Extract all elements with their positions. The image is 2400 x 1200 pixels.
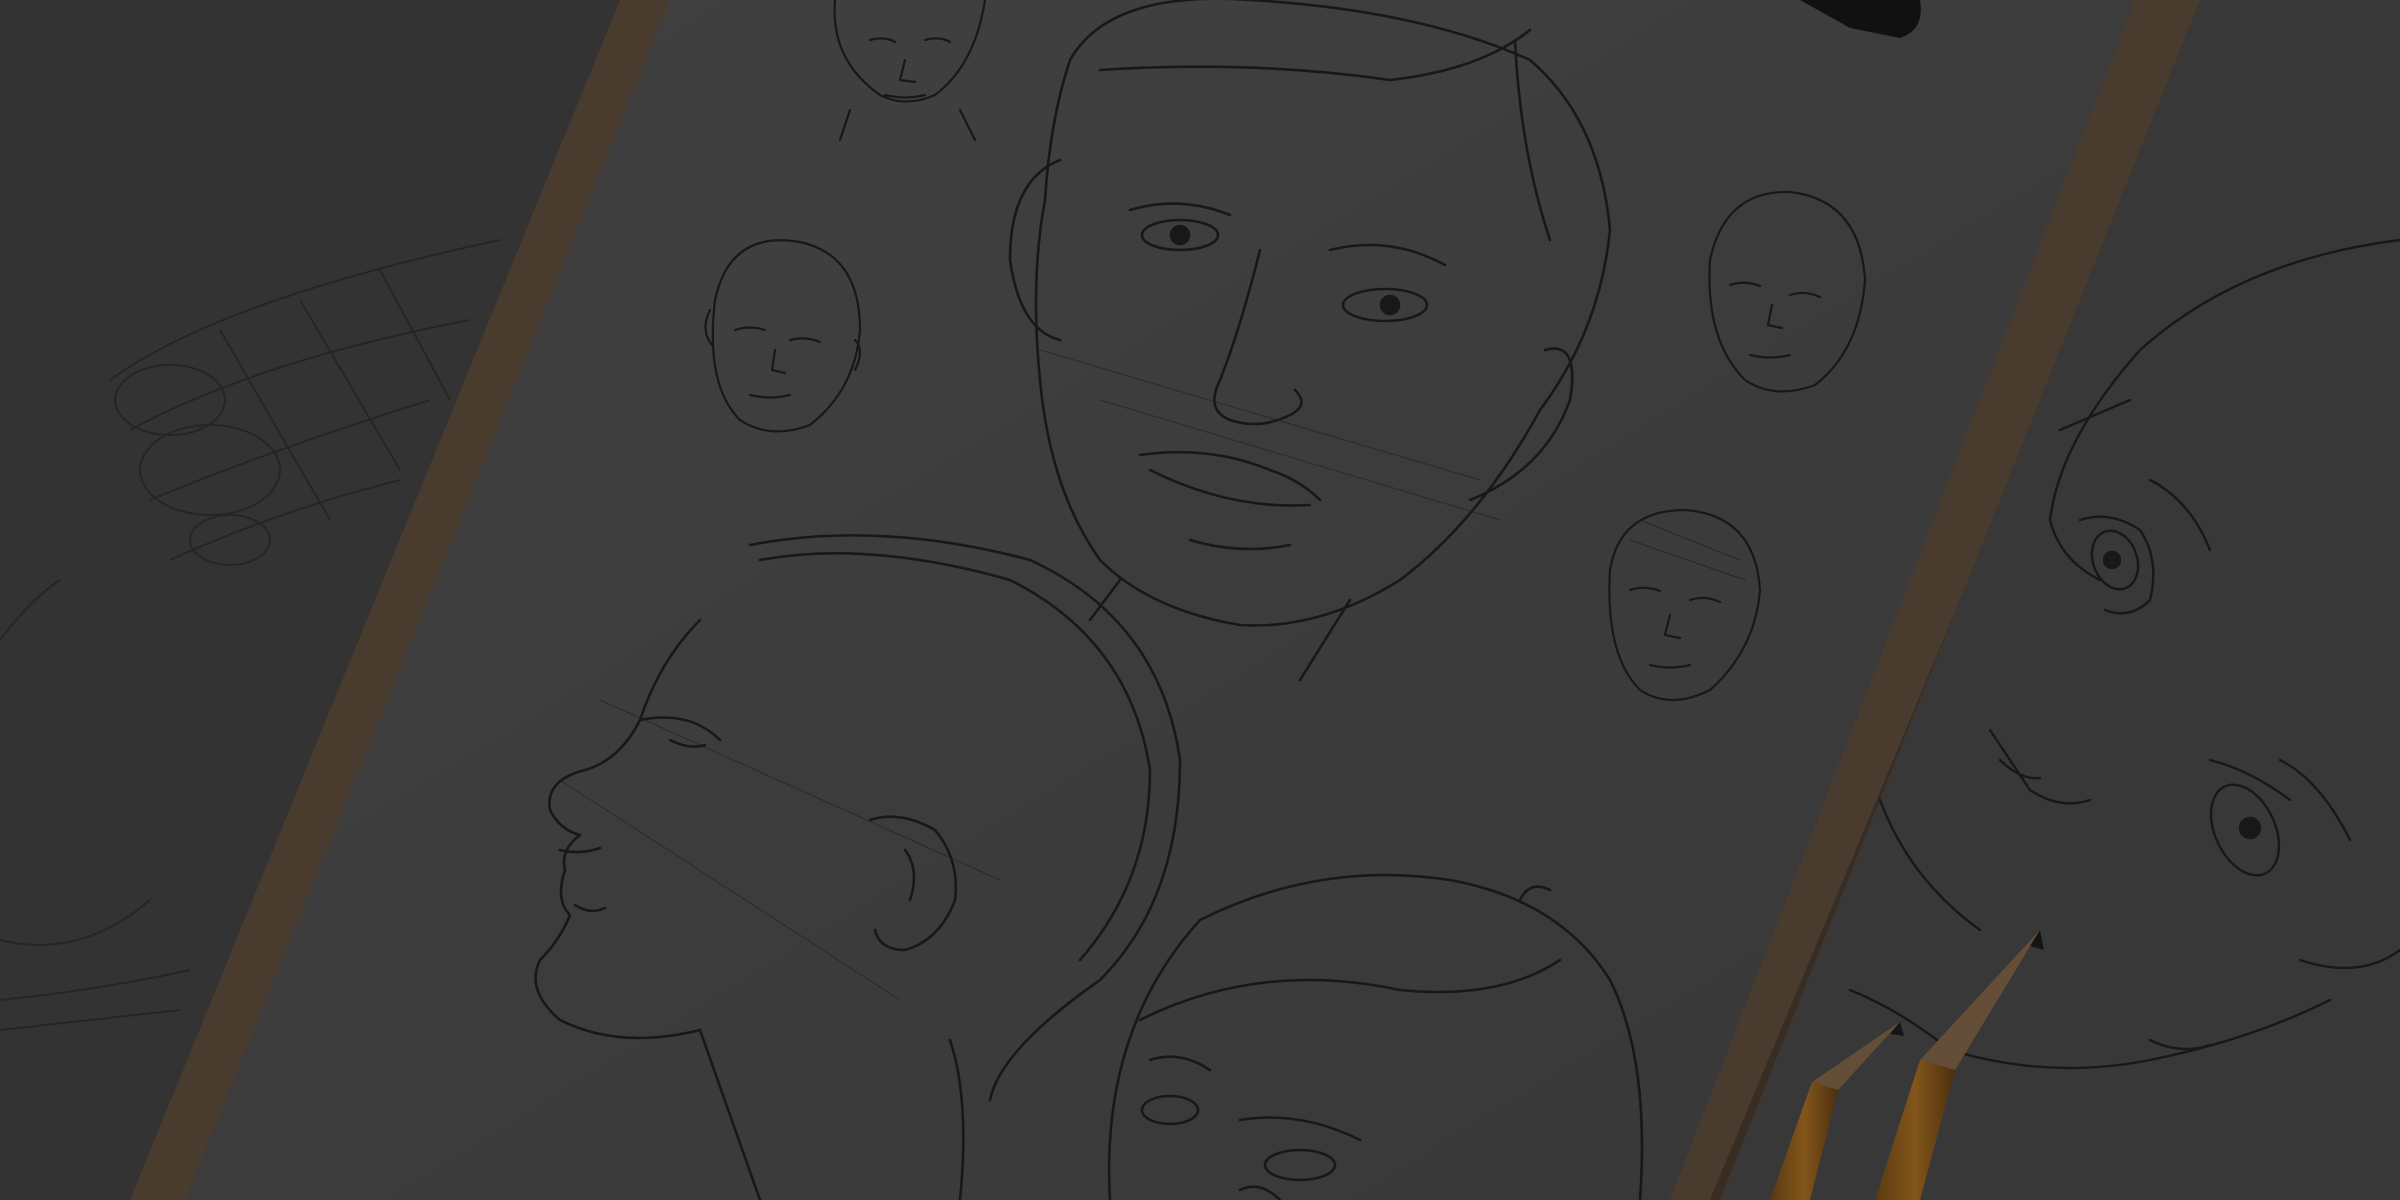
scene-illustration (0, 0, 2400, 1200)
sketch-scene (0, 0, 2400, 1200)
dim-overlay (0, 0, 2400, 1200)
